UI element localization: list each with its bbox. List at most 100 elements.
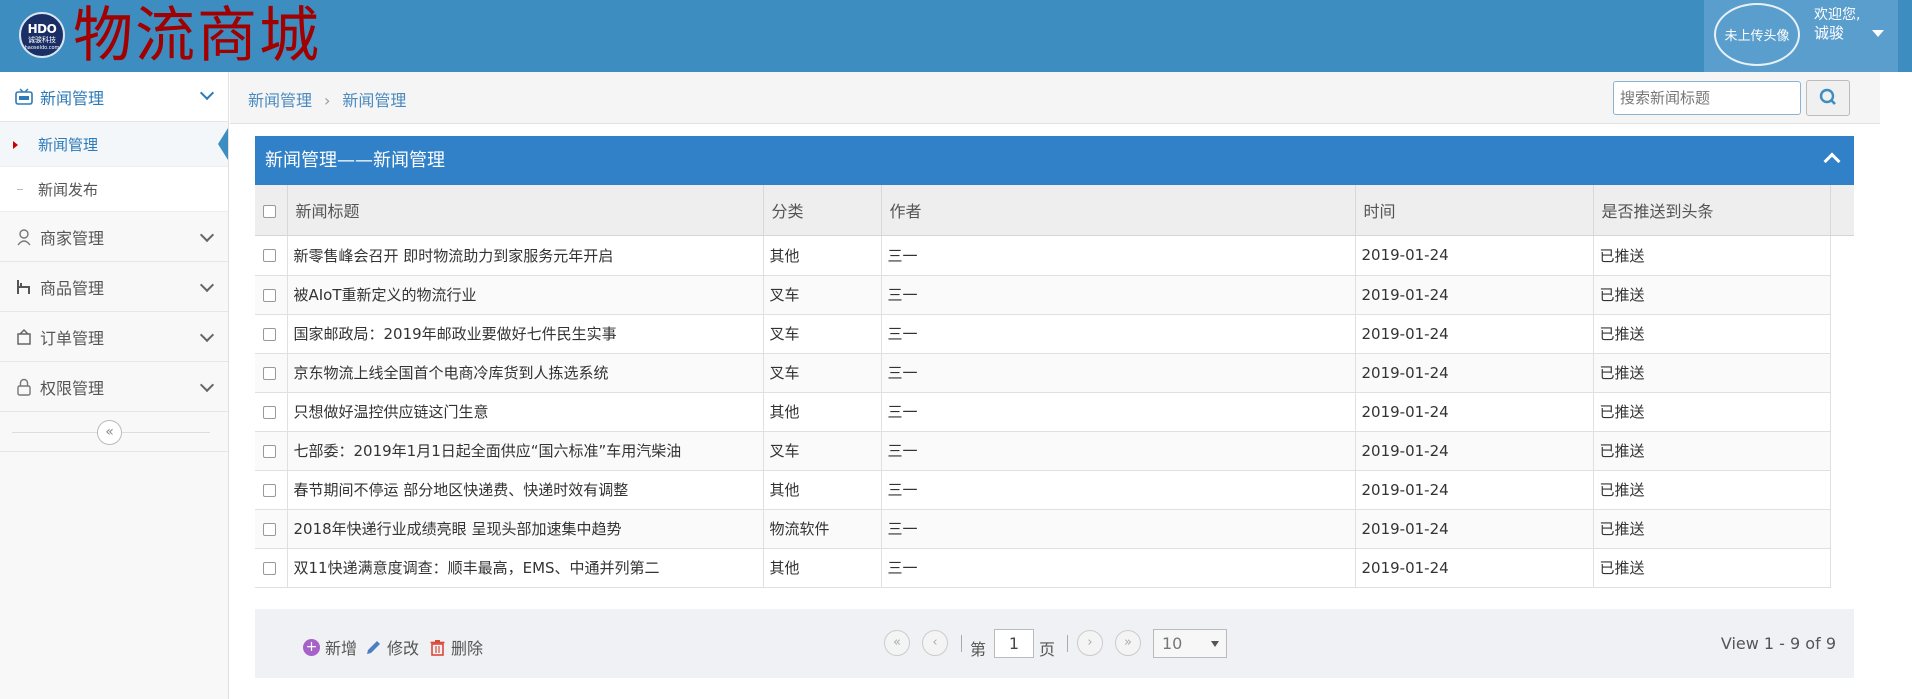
date-cell: 2019-01-24 (1355, 275, 1594, 315)
news-table: 新零售峰会召开 即时物流助力到家服务元年开启 其他 三一 2019-01-24 已推送被… (255, 236, 1831, 588)
breadcrumb-separator: › (324, 91, 331, 110)
row-checkbox[interactable] (263, 405, 276, 419)
title-cell: 新零售峰会召开 即时物流助力到家服务元年开启 (287, 236, 764, 276)
table-row[interactable]: 七部委：2019年1月1日起全面供应“国六标准”车用汽柴油 叉车 三一 2019-01… (255, 431, 1831, 471)
avatar[interactable]: 未上传头像 (1714, 3, 1800, 66)
sidebar-item-merchants[interactable]: 商家管理 (0, 212, 228, 262)
logo-subtext: 诚骏科技 (28, 36, 56, 44)
category-cell: 叉车 (763, 275, 882, 315)
category-cell: 物流软件 (763, 509, 882, 549)
edit-button[interactable]: 修改 (365, 635, 419, 659)
page-size-select[interactable]: 10 (1153, 629, 1227, 658)
page-number-input[interactable]: 1 (994, 629, 1034, 658)
column-header[interactable]: 分类 (763, 185, 882, 235)
table-row[interactable]: 京东物流上线全国首个电商冷库货到人拣选系统 叉车 三一 2019-01-24 已推送 (255, 353, 1831, 393)
category-cell: 叉车 (763, 431, 882, 471)
row-checkbox[interactable] (263, 366, 276, 380)
author-cell: 三一 (881, 509, 1356, 549)
divider (961, 635, 962, 652)
author-cell: 三一 (881, 353, 1356, 393)
select-all-header (255, 185, 288, 235)
search-input[interactable] (1613, 81, 1801, 115)
pushed-status-cell: 已推送 (1593, 548, 1831, 588)
last-page-button[interactable]: » (1115, 630, 1141, 656)
sidebar-subitem-news-manage[interactable]: 新闻管理 (0, 122, 228, 167)
search-button[interactable] (1806, 80, 1850, 116)
app-header: HDO 诚骏科技 haoseldo.com 物流商城 未上传头像 欢迎您, 诚骏 (0, 0, 1912, 72)
sidebar-item-label: 商家管理 (40, 228, 105, 248)
sidebar-item-permissions[interactable]: 权限管理 (0, 362, 228, 412)
row-checkbox[interactable] (263, 444, 276, 458)
table-header: 新闻标题 分类 作者 时间 是否推送到头条 (255, 185, 1854, 236)
category-cell: 其他 (763, 236, 882, 276)
sidebar-item-news[interactable]: 新闻管理 (0, 72, 228, 122)
row-checkbox[interactable] (263, 483, 276, 497)
author-cell: 三一 (881, 392, 1356, 432)
title-cell: 国家邮政局：2019年邮政业要做好七件民生实事 (287, 314, 764, 354)
author-cell: 三一 (881, 431, 1356, 471)
row-checkbox[interactable] (263, 522, 276, 536)
date-cell: 2019-01-24 (1355, 236, 1594, 276)
collapse-sidebar-button[interactable]: « (97, 420, 122, 445)
prev-page-button[interactable]: ‹ (922, 630, 948, 656)
column-header[interactable]: 时间 (1355, 185, 1594, 235)
date-cell: 2019-01-24 (1355, 470, 1594, 510)
chair-icon (17, 280, 30, 294)
chevron-up-icon[interactable] (1823, 152, 1841, 170)
user-menu[interactable]: 未上传头像 欢迎您, 诚骏 (1704, 0, 1898, 72)
lock-icon (17, 378, 31, 396)
date-cell: 2019-01-24 (1355, 431, 1594, 471)
sidebar-subitem-news-publish[interactable]: 新闻发布 (0, 167, 228, 212)
first-page-button[interactable]: « (884, 630, 910, 656)
date-cell: 2019-01-24 (1355, 392, 1594, 432)
row-checkbox[interactable] (263, 288, 276, 302)
row-select-cell (255, 548, 288, 588)
chevron-down-icon (199, 327, 215, 343)
edit-label: 修改 (387, 639, 420, 658)
view-info: View 1 - 9 of 9 (1720, 634, 1836, 653)
breadcrumb-bar: 新闻管理 › 新闻管理 (230, 72, 1880, 124)
user-icon (17, 229, 31, 246)
breadcrumb-item[interactable]: 新闻管理 (342, 91, 406, 110)
row-checkbox[interactable] (263, 561, 276, 575)
next-page-button[interactable]: › (1077, 630, 1103, 656)
caret-down-icon[interactable] (1872, 30, 1884, 37)
sidebar-item-orders[interactable]: 订单管理 (0, 312, 228, 362)
row-checkbox[interactable] (263, 249, 276, 263)
page-suffix: 页 (1039, 640, 1056, 659)
sidebar-item-label: 新闻管理 (40, 88, 105, 108)
table-row[interactable]: 国家邮政局：2019年邮政业要做好七件民生实事 叉车 三一 2019-01-24 已推送 (255, 314, 1831, 354)
pencil-icon (367, 640, 380, 654)
pushed-status-cell: 已推送 (1593, 353, 1831, 393)
dropdown-arrow-icon (1211, 641, 1219, 647)
column-header[interactable]: 作者 (881, 185, 1356, 235)
author-cell: 三一 (881, 275, 1356, 315)
select-all-checkbox[interactable] (263, 204, 276, 218)
title-cell: 2018年快递行业成绩亮眼 呈现头部加速集中趋势 (287, 509, 764, 549)
sidebar: 新闻管理 新闻管理 新闻发布 商家管理 商品管理 订单管理 权限管理 « (0, 72, 229, 699)
table-row[interactable]: 春节期间不停运 部分地区快递费、快递时效有调整 其他 三一 2019-01-24 已推送 (255, 470, 1831, 510)
table-row[interactable]: 2018年快递行业成绩亮眼 呈现头部加速集中趋势 物流软件 三一 2019-01-24… (255, 509, 1831, 549)
table-row[interactable]: 被AIoT重新定义的物流行业 叉车 三一 2019-01-24 已推送 (255, 275, 1831, 315)
breadcrumb-item[interactable]: 新闻管理 (248, 91, 312, 110)
author-cell: 三一 (881, 236, 1356, 276)
column-header[interactable]: 新闻标题 (287, 185, 764, 235)
table-row[interactable]: 双11快递满意度调查：顺丰最高，EMS、中通并列第二 其他 三一 2019-01-24… (255, 548, 1831, 588)
page-size-value: 10 (1162, 634, 1183, 653)
divider (1067, 635, 1068, 652)
add-button[interactable]: + 新增 (303, 635, 357, 659)
pushed-status-cell: 已推送 (1593, 509, 1831, 549)
table-row[interactable]: 新零售峰会召开 即时物流助力到家服务元年开启 其他 三一 2019-01-24 已推送 (255, 236, 1831, 276)
sidebar-item-products[interactable]: 商品管理 (0, 262, 228, 312)
active-marker-icon (13, 141, 18, 149)
column-header[interactable]: 是否推送到头条 (1593, 185, 1831, 235)
table-row[interactable]: 只想做好温控供应链这门生意 其他 三一 2019-01-24 已推送 (255, 392, 1831, 432)
delete-button[interactable]: 删除 (429, 635, 483, 659)
row-checkbox[interactable] (263, 327, 276, 341)
news-grid-panel: 新闻管理——新闻管理 新闻标题 分类 作者 时间 是否推送到头条 新零售峰会召开… (255, 136, 1854, 588)
sidebar-item-label: 商品管理 (40, 278, 105, 298)
app-title: 物流商城 (73, 1, 321, 71)
sidebar-collapse-row: « (0, 412, 228, 452)
chevron-down-icon (199, 277, 215, 293)
row-select-cell (255, 392, 288, 432)
